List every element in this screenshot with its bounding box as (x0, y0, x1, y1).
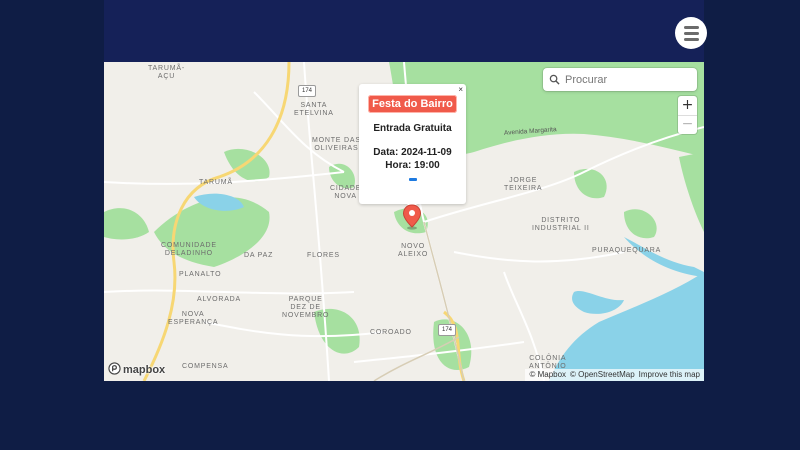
improve-map-link[interactable]: Improve this map (639, 369, 700, 381)
place-label: COROADO (370, 329, 412, 336)
event-date: Data: 2024-11-09 (373, 147, 452, 158)
place-label: TARUMÃ- AÇU (148, 65, 185, 80)
place-label: COMUNIDADE DELADINHO (161, 242, 217, 257)
mapbox-logo-icon (108, 362, 121, 378)
mapbox-logo[interactable]: mapbox (108, 362, 165, 378)
place-label: DISTRITO INDUSTRIAL II (532, 217, 590, 232)
place-label: JORGE TEIXEIRA (504, 177, 543, 192)
menu-icon-bar (683, 31, 699, 35)
hamburger-menu-button[interactable] (675, 17, 707, 49)
search-box[interactable] (543, 68, 697, 91)
place-label: SANTA ETELVINA (294, 102, 334, 117)
menu-icon-bar (683, 37, 699, 41)
app-header (104, 0, 704, 62)
zoom-control: + − (678, 96, 697, 134)
place-label: CIDADE NOVA (330, 185, 362, 200)
place-label: TARUMÃ (199, 179, 233, 186)
place-label: MONTE DAS OLIVEIRAS (312, 137, 361, 152)
zoom-in-button[interactable]: + (678, 96, 697, 115)
place-label: PURAQUEQUARA (592, 247, 662, 254)
highway-shield: 174 (298, 85, 316, 97)
place-label: NOVA ESPERANÇA (168, 311, 219, 326)
zoom-out-button[interactable]: − (678, 115, 697, 133)
place-label: COMPENSA (182, 363, 229, 370)
place-label: PLANALTO (179, 271, 222, 278)
map-view[interactable]: TARUMÃ- AÇU SANTA ETELVINA MONTE DAS OLI… (104, 62, 704, 381)
attribution-osm-link[interactable]: © OpenStreetMap (570, 369, 635, 381)
place-label: DA PAZ (244, 252, 274, 259)
highway-shield: 174 (438, 324, 456, 336)
menu-icon-bar (683, 25, 699, 29)
map-attribution: © Mapbox © OpenStreetMap Improve this ma… (525, 369, 704, 381)
mapbox-logo-text: mapbox (123, 364, 166, 376)
event-entry-text: Entrada Gratuita (373, 123, 452, 134)
search-input[interactable] (565, 73, 685, 86)
popup-close-button[interactable]: × (458, 85, 463, 94)
event-title-badge: Festa do Bairro (368, 95, 457, 113)
popup-link[interactable] (408, 178, 417, 181)
place-label: FLORES (307, 252, 340, 259)
place-label: ALVORADA (197, 296, 242, 303)
search-icon (543, 74, 565, 85)
map-marker-icon[interactable] (402, 204, 422, 235)
attribution-mapbox-link[interactable]: © Mapbox (529, 369, 566, 381)
place-label: PARQUE DEZ DE NOVEMBRO (282, 296, 330, 319)
event-popup: × Festa do Bairro Entrada Gratuita Data:… (359, 84, 466, 204)
event-time: Hora: 19:00 (385, 160, 440, 171)
place-label: NOVO ALEIXO (398, 243, 429, 258)
